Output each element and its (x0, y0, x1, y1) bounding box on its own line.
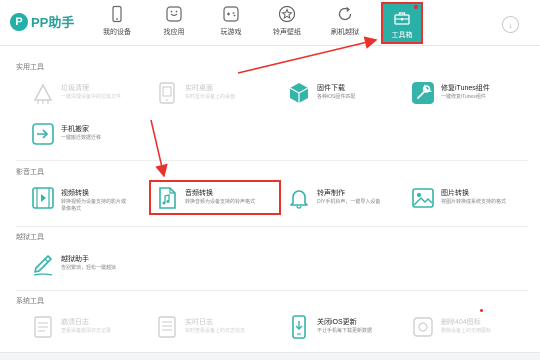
highlight-box (149, 180, 281, 215)
tool-live-desktop-name: 实时桌面 (185, 85, 213, 92)
section-title-media: 影音工具 (16, 169, 44, 176)
delete-icon (413, 317, 433, 337)
tool-video-convert-desc-line2: 录像格式 (61, 206, 82, 212)
phone-transfer-icon (32, 123, 54, 145)
tab-ringtones-wallpapers[interactable]: 铃声壁纸 (262, 5, 312, 41)
tool-close-ios-update[interactable]: 关闭iOS更新 不让手机每下载更新数据 (286, 310, 416, 346)
bottom-status-strip (0, 352, 540, 360)
tab-find-apps[interactable]: 找应用 (149, 5, 199, 41)
tool-phone-move-name: 手机搬家 (61, 126, 89, 133)
wrench-icon (412, 82, 434, 104)
tool-itunes-repair-desc: 一键修复iTunes组件 (441, 94, 486, 100)
notification-dot (414, 5, 418, 9)
tool-live-log[interactable]: 实时日志 实时查看设备上的日志信息 (154, 310, 284, 346)
section-title-common: 实用工具 (16, 64, 44, 71)
tab-my-device[interactable]: 我的设备 (92, 5, 142, 41)
section-divider (16, 160, 528, 161)
gamepad-icon (223, 6, 239, 22)
tab-find-apps-label: 找应用 (163, 29, 185, 36)
tool-delete-404-icon[interactable]: 删除404图标 删除设备上的无用图标 (410, 310, 540, 346)
film-icon (32, 187, 54, 209)
section-divider (16, 290, 528, 291)
tool-close-ios-update-name: 关闭iOS更新 (317, 319, 357, 326)
tab-ringtones-wallpapers-label: 铃声壁纸 (273, 29, 301, 36)
tool-crash-log-desc: 查看设备崩溃日志记录 (61, 328, 112, 334)
tool-junk-clean[interactable]: 垃圾清理 一键清理设备中的垃圾文件 (30, 76, 160, 112)
tool-itunes-repair[interactable]: 修复iTunes组件 一键修复iTunes组件 (410, 76, 540, 112)
tool-video-convert[interactable]: 视频转换 转换视频为设备支持的影片或 录像格式 (30, 181, 160, 217)
tool-crash-log-name: 崩溃日志 (61, 319, 89, 326)
phone-icon (112, 5, 122, 23)
tool-live-desktop[interactable]: 实时桌面 实时显示设备上的桌面 (154, 76, 284, 112)
tool-video-convert-name: 视频转换 (61, 190, 89, 197)
tab-games[interactable]: 玩游戏 (206, 5, 256, 41)
tool-firmware-download-name: 固件下载 (317, 85, 345, 92)
tool-image-convert-desc: 将图片转换成系统支持的格式 (441, 199, 507, 205)
tool-phone-move[interactable]: 手机搬家 一键搬迁数据迁移 (30, 117, 160, 153)
tool-delete-404-icon-desc: 删除设备上的无用图标 (441, 328, 492, 334)
tab-flash-jailbreak[interactable]: 刷机越狱 (320, 5, 370, 41)
tab-my-device-label: 我的设备 (103, 29, 131, 36)
section-divider (16, 226, 528, 227)
broom-icon (33, 83, 53, 104)
pen-icon (33, 255, 53, 276)
tool-itunes-repair-name: 修复iTunes组件 (441, 85, 490, 92)
star-icon (278, 5, 296, 23)
tool-junk-clean-name: 垃圾清理 (61, 85, 89, 92)
top-navigation-bar: P PP助手 我的设备 找应用 玩游戏 铃声壁纸 刷机越狱 工具箱 ↓ (0, 0, 540, 46)
section-title-jailbreak: 越狱工具 (16, 234, 44, 241)
app-logo: P PP助手 (10, 12, 74, 31)
refresh-icon (338, 6, 352, 21)
tool-junk-clean-desc: 一键清理设备中的垃圾文件 (61, 94, 122, 100)
app-store-icon (166, 6, 182, 22)
tool-ringtone-make-desc: DIY手机铃声，一键导入设备 (317, 199, 381, 205)
tool-phone-move-desc: 一键搬迁数据迁移 (61, 135, 102, 141)
tool-jailbreak-helper-name: 越狱助手 (61, 256, 89, 263)
tool-jailbreak-helper[interactable]: 越狱助手 告别繁琐，轻松一键越狱 (30, 247, 160, 283)
tool-video-convert-desc: 转换视频为设备支持的影片或 (61, 199, 127, 205)
tab-toolbox-label: 工具箱 (391, 32, 413, 39)
tab-games-label: 玩游戏 (220, 29, 242, 36)
tab-flash-jailbreak-label: 刷机越狱 (331, 29, 359, 36)
logo-mark: P (10, 12, 28, 31)
tool-live-log-name: 实时日志 (185, 319, 213, 326)
tool-ringtone-make[interactable]: 铃声制作 DIY手机铃声，一键导入设备 (286, 181, 416, 217)
download-icon: ↓ (508, 19, 513, 30)
tool-firmware-download-desc: 各种iOS固件匹配 (317, 94, 356, 100)
phone-update-icon (292, 315, 306, 339)
tab-toolbox[interactable]: 工具箱 (382, 3, 422, 43)
tool-firmware-download[interactable]: 固件下载 各种iOS固件匹配 (286, 76, 416, 112)
toolbox-icon (394, 12, 410, 25)
log-icon (158, 316, 176, 338)
tool-close-ios-update-desc: 不让手机每下载更新数据 (317, 328, 373, 334)
highlight-dot (480, 309, 483, 312)
tool-jailbreak-helper-desc: 告别繁琐，轻松一键越狱 (61, 265, 117, 271)
tool-crash-log[interactable]: 崩溃日志 查看设备崩溃日志记录 (30, 310, 160, 346)
tool-delete-404-icon-name: 删除404图标 (441, 319, 481, 326)
cube-icon (289, 83, 309, 103)
document-icon (34, 316, 52, 338)
download-button[interactable]: ↓ (502, 16, 519, 33)
tool-image-convert-name: 图片转换 (441, 190, 469, 197)
logo-text: PP助手 (31, 15, 75, 30)
tool-image-convert[interactable]: 图片转换 将图片转换成系统支持的格式 (410, 181, 540, 217)
tool-live-desktop-desc: 实时显示设备上的桌面 (185, 94, 236, 100)
bell-icon (290, 190, 308, 209)
tool-ringtone-make-name: 铃声制作 (317, 190, 345, 197)
tablet-icon (159, 82, 175, 104)
tool-live-log-desc: 实时查看设备上的日志信息 (185, 328, 246, 334)
image-icon (412, 188, 434, 208)
section-title-system: 系统工具 (16, 298, 44, 305)
